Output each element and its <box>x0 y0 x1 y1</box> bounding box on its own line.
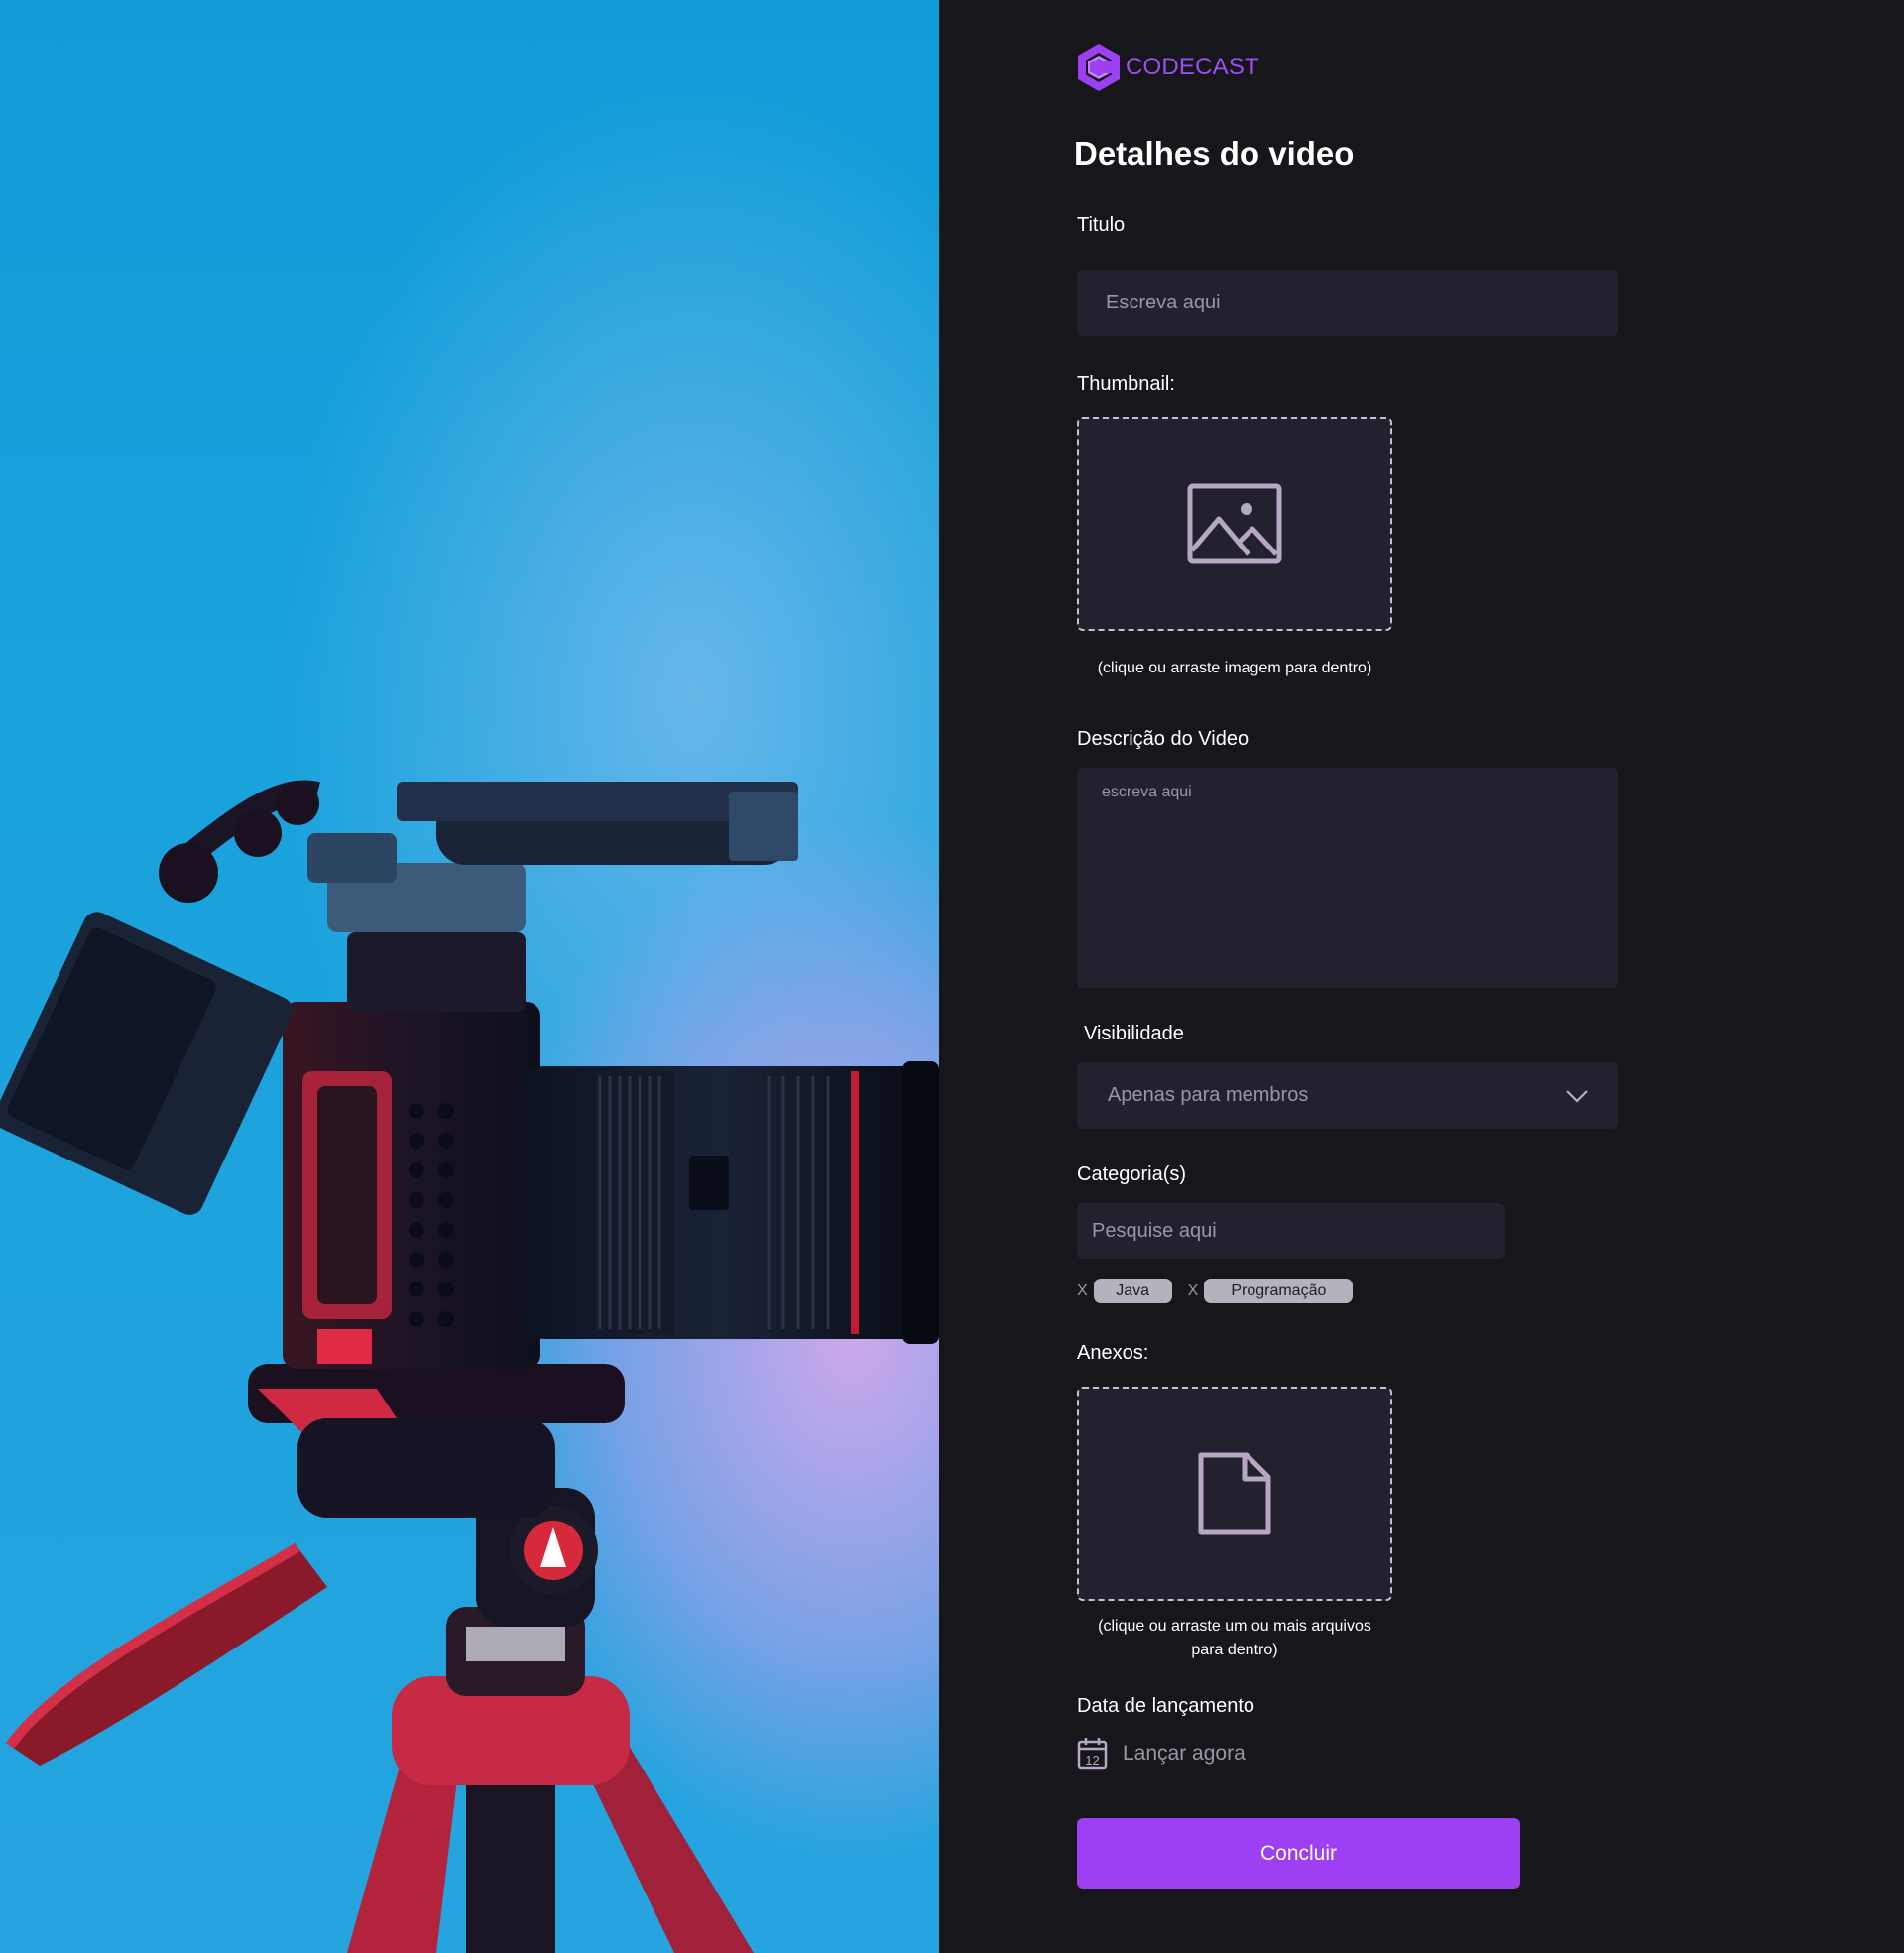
chevron-down-icon <box>1566 1089 1588 1103</box>
tag-java: Java <box>1093 1279 1172 1303</box>
category-placeholder: Pesquise aqui <box>1092 1219 1217 1242</box>
page-title: Detalhes do video <box>1074 135 1355 172</box>
description-label: Descrição do Video <box>1077 728 1250 750</box>
category-search-input[interactable]: Pesquise aqui <box>1077 1203 1505 1259</box>
image-icon <box>1187 483 1282 564</box>
release-date-label: Data de lançamento <box>1077 1695 1255 1717</box>
hero-photo <box>0 0 939 1953</box>
release-date-picker[interactable]: 12 Lançar agora <box>1077 1737 1246 1770</box>
visibility-value: Apenas para membros <box>1108 1084 1309 1106</box>
visibility-label: Visibilidade <box>1084 1023 1184 1044</box>
brand-name: CODECAST <box>1126 54 1259 80</box>
visibility-select[interactable]: Apenas para membros <box>1077 1062 1618 1129</box>
title-placeholder: Escreva aqui <box>1106 292 1221 313</box>
calendar-day: 12 <box>1085 1753 1099 1768</box>
attachments-hint-line1: (clique ou arraste um ou mais arquivos <box>1098 1618 1371 1635</box>
attachments-hint-line2: para dentro) <box>1191 1642 1278 1658</box>
brand-logo[interactable]: CODECAST <box>1076 42 1259 93</box>
attachments-hint: (clique ou arraste um ou mais arquivos p… <box>1077 1615 1392 1662</box>
category-tags: X Java X Programação <box>1077 1279 1368 1303</box>
calendar-icon: 12 <box>1077 1738 1108 1770</box>
thumbnail-dropzone[interactable] <box>1077 417 1392 631</box>
thumbnail-label: Thumbnail: <box>1077 373 1175 395</box>
category-label: Categoria(s) <box>1077 1163 1187 1185</box>
file-icon <box>1198 1452 1271 1535</box>
thumbnail-hint: (clique ou arraste imagem para dentro) <box>1097 660 1372 676</box>
remove-tag-java[interactable]: X <box>1077 1282 1088 1300</box>
release-date-value: Lançar agora <box>1123 1741 1246 1765</box>
submit-button[interactable]: Concluir <box>1077 1818 1520 1889</box>
description-textarea[interactable]: escreva aqui <box>1077 768 1618 988</box>
remove-tag-programacao[interactable]: X <box>1188 1282 1199 1300</box>
attachments-label: Anexos: <box>1077 1342 1149 1364</box>
tag-programacao: Programação <box>1204 1279 1354 1303</box>
attachments-dropzone[interactable] <box>1077 1387 1392 1601</box>
logo-icon <box>1078 44 1120 91</box>
title-label: Titulo <box>1077 214 1126 236</box>
camera-illustration <box>0 780 939 1953</box>
description-placeholder: escreva aqui <box>1102 784 1192 800</box>
title-input[interactable]: Escreva aqui <box>1077 270 1618 336</box>
